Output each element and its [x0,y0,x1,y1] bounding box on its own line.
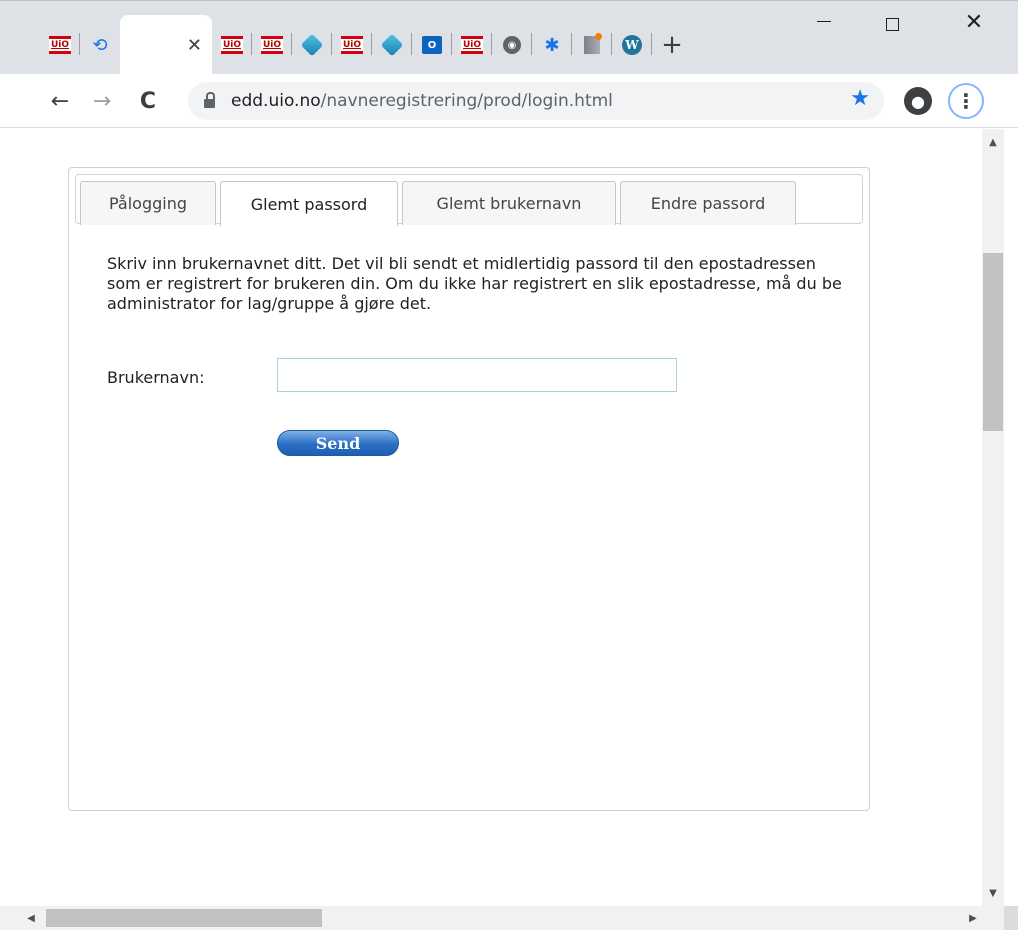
scrollbar-left-edge [0,906,22,930]
pinned-tab-diamond-1[interactable] [292,15,332,75]
uio-icon: UiO [261,36,283,54]
lock-icon[interactable] [204,91,215,108]
close-icon: ✕ [964,9,984,35]
pinned-tab-uio-1[interactable]: UiO [40,15,80,75]
bookmark-star-icon[interactable]: ★ [850,86,870,111]
vertical-scroll-thumb[interactable] [983,253,1003,431]
minimize-button[interactable] [790,1,858,61]
pinned-tab-diamond-2[interactable] [372,15,412,75]
tab-palogging[interactable]: Pålogging [80,181,216,225]
outlook-icon: O [422,36,442,54]
login-panel: Pålogging Glemt passord Glemt brukernavn… [68,167,870,811]
url-path: /navneregistrering/prod/login.html [320,91,613,111]
close-tab-icon[interactable]: ✕ [187,35,202,56]
username-label: Brukernavn: [107,368,205,387]
uio-icon: UiO [461,36,483,54]
tab-header: Pålogging Glemt passord Glemt brukernavn… [75,174,863,226]
menu-kebab-icon[interactable]: ⋮ [948,83,984,119]
tab-strip: UiO ⟲ ✕ UiO UiO UiO O UiO ◉ ✱ W + [40,15,692,75]
pinned-tab-uio-4[interactable]: UiO [332,15,372,75]
scrollbar-corner [1004,906,1018,930]
active-tab[interactable]: ✕ [120,15,212,75]
box-icon [584,33,602,54]
tab-endre-passord[interactable]: Endre passord [620,181,796,225]
maximize-icon [885,17,899,31]
pinned-tab-globe[interactable]: ◉ [492,15,532,75]
instructions-text: Skriv inn brukernavnet ditt. Det vil bli… [107,254,842,313]
arrow-right-icon: → [92,88,112,114]
pinned-tab-uio-2[interactable]: UiO [212,15,252,75]
tab-glemt-passord[interactable]: Glemt passord [220,181,398,226]
gear-icon: ✱ [544,34,560,56]
vertical-scrollbar[interactable]: ▲ ▼ [982,129,1004,906]
diamond-icon [380,33,404,57]
pinned-tab-uio-5[interactable]: UiO [452,15,492,75]
uio-icon: UiO [341,36,363,54]
new-tab-button[interactable]: + [652,15,692,75]
reload-button[interactable]: C [128,74,168,128]
scroll-up-icon[interactable]: ▲ [982,133,1004,151]
scroll-right-icon[interactable]: ▶ [964,906,982,930]
uio-icon: UiO [221,36,243,54]
maximize-button[interactable] [858,1,926,61]
browser-tab-bar: UiO ⟲ ✕ UiO UiO UiO O UiO ◉ ✱ W + ✕ [0,0,1018,75]
pinned-tab-uio-3[interactable]: UiO [252,15,292,75]
username-input[interactable] [277,358,677,392]
arrow-left-icon: ← [50,88,70,114]
diamond-icon [300,33,324,57]
url-text: edd.uio.no/navneregistrering/prod/login.… [231,91,613,111]
horizontal-scroll-thumb[interactable] [46,909,322,927]
address-bar[interactable]: edd.uio.no/navneregistrering/prod/login.… [188,82,884,120]
pinned-tab-outlook[interactable]: O [412,15,452,75]
page-favicon [132,37,148,53]
forward-button[interactable]: → [82,74,122,128]
pinned-tab-history[interactable]: ⟲ [80,15,120,75]
scroll-left-icon[interactable]: ◀ [22,906,40,930]
scroll-down-icon[interactable]: ▼ [982,884,1004,902]
horizontal-scrollbar[interactable]: ◀ ▶ [22,906,1004,930]
url-host: edd.uio.no [231,91,321,111]
minimize-icon [817,20,831,22]
send-button[interactable]: Send [277,430,399,456]
close-window-button[interactable]: ✕ [940,1,1008,61]
tab-glemt-brukernavn[interactable]: Glemt brukernavn [402,181,616,225]
history-icon: ⟲ [92,34,108,56]
profile-avatar-icon[interactable]: ● [904,87,932,115]
globe-icon: ◉ [503,36,521,54]
pinned-tab-gear[interactable]: ✱ [532,15,572,75]
page-viewport: Pålogging Glemt passord Glemt brukernavn… [0,129,982,906]
back-button[interactable]: ← [40,74,80,128]
pinned-tab-box[interactable] [572,15,612,75]
uio-icon: UiO [49,36,71,54]
browser-toolbar: ← → C edd.uio.no/navneregistrering/prod/… [0,74,1018,128]
reload-icon: C [139,88,157,114]
wordpress-icon: W [622,35,642,55]
pinned-tab-wordpress[interactable]: W [612,15,652,75]
